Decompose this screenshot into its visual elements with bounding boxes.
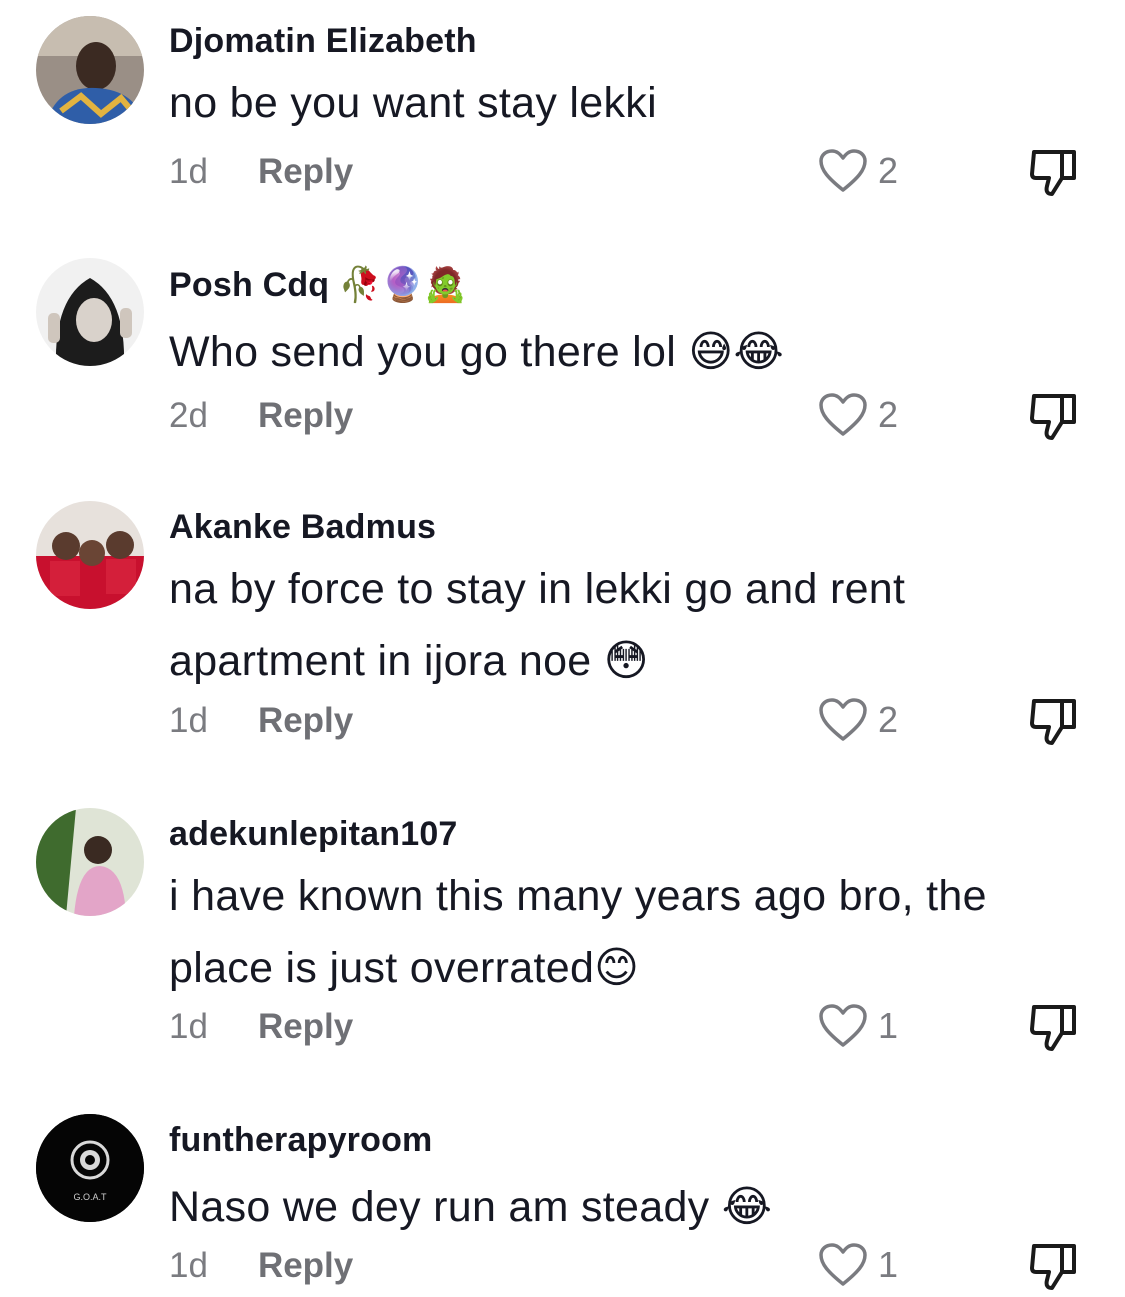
dislike-button[interactable] <box>1028 1242 1080 1297</box>
comment-emoji: 😅😂 <box>688 328 785 376</box>
heart-outline-icon <box>819 149 867 192</box>
comment-author[interactable]: Posh Cdq 🥀🔮🧟 <box>169 265 467 305</box>
like-count: 1 <box>878 1005 899 1046</box>
reply-button[interactable]: Reply <box>258 1246 353 1285</box>
dislike-button[interactable] <box>1028 148 1080 203</box>
heart-outline-icon <box>819 1243 867 1286</box>
like-button[interactable]: 1 <box>818 1003 898 1049</box>
thumbs-down-icon <box>1030 394 1076 440</box>
dislike-button[interactable] <box>1028 1003 1080 1058</box>
comment-emoji: 😊 <box>594 944 640 992</box>
comment-meta: 1d Reply <box>169 1246 353 1286</box>
like-button[interactable]: 1 <box>818 1242 898 1288</box>
dislike-button[interactable] <box>1028 697 1080 752</box>
avatar[interactable] <box>36 501 144 609</box>
reply-button[interactable]: Reply <box>258 701 353 740</box>
like-count: 2 <box>878 150 899 191</box>
heart-outline-icon <box>819 393 867 436</box>
comment-age: 1d <box>169 1007 208 1046</box>
comment-meta: 1d Reply <box>169 152 353 192</box>
avatar[interactable] <box>36 808 144 916</box>
comment-age: 1d <box>169 1246 208 1285</box>
heart-outline-icon <box>819 1004 867 1047</box>
comment-author[interactable]: Djomatin Elizabeth <box>169 22 477 61</box>
thumbs-down-icon <box>1030 1005 1076 1051</box>
like-button[interactable]: 2 <box>818 148 898 194</box>
comment-author[interactable]: funtherapyroom <box>169 1121 432 1160</box>
dislike-button[interactable] <box>1028 392 1080 447</box>
reply-button[interactable]: Reply <box>258 152 353 191</box>
author-emoji: 🥀🔮🧟 <box>338 266 467 304</box>
avatar[interactable]: G.O.A.T <box>36 1114 144 1222</box>
author-name: Posh Cdq <box>169 266 330 304</box>
comment-meta: 2d Reply <box>169 396 353 436</box>
like-button[interactable]: 2 <box>818 697 898 743</box>
comment-text: na by force to stay in lekki go and rent… <box>169 565 906 685</box>
thumbs-down-icon <box>1030 1244 1076 1290</box>
avatar[interactable] <box>36 258 144 366</box>
reply-button[interactable]: Reply <box>258 396 353 435</box>
thumbs-down-icon <box>1030 150 1076 196</box>
comment-emoji: 😂 <box>721 1183 773 1231</box>
comment-text: i have known this many years ago bro, th… <box>169 872 987 992</box>
comment-age: 2d <box>169 396 208 435</box>
comment-author[interactable]: adekunlepitan107 <box>169 815 458 854</box>
like-count: 1 <box>878 1244 899 1285</box>
thumbs-down-icon <box>1030 699 1076 745</box>
comment-author[interactable]: Akanke Badmus <box>169 508 436 547</box>
comment-text: Who send you go there lol 😅😂 <box>169 328 785 376</box>
comment-emoji: 😳 <box>603 637 649 685</box>
comment-age: 1d <box>169 152 208 191</box>
comment-meta: 1d Reply <box>169 1007 353 1047</box>
reply-button[interactable]: Reply <box>258 1007 353 1046</box>
avatar-label: G.O.A.T <box>73 1192 107 1202</box>
like-button[interactable]: 2 <box>818 392 898 438</box>
like-count: 2 <box>878 699 899 740</box>
comment-age: 1d <box>169 701 208 740</box>
heart-outline-icon <box>819 698 867 741</box>
like-count: 2 <box>878 394 899 435</box>
comment-text: no be you want stay lekki <box>169 79 657 127</box>
avatar[interactable] <box>36 16 144 124</box>
comment-meta: 1d Reply <box>169 701 353 741</box>
comment-text: Naso we dey run am steady 😂 <box>169 1183 773 1231</box>
